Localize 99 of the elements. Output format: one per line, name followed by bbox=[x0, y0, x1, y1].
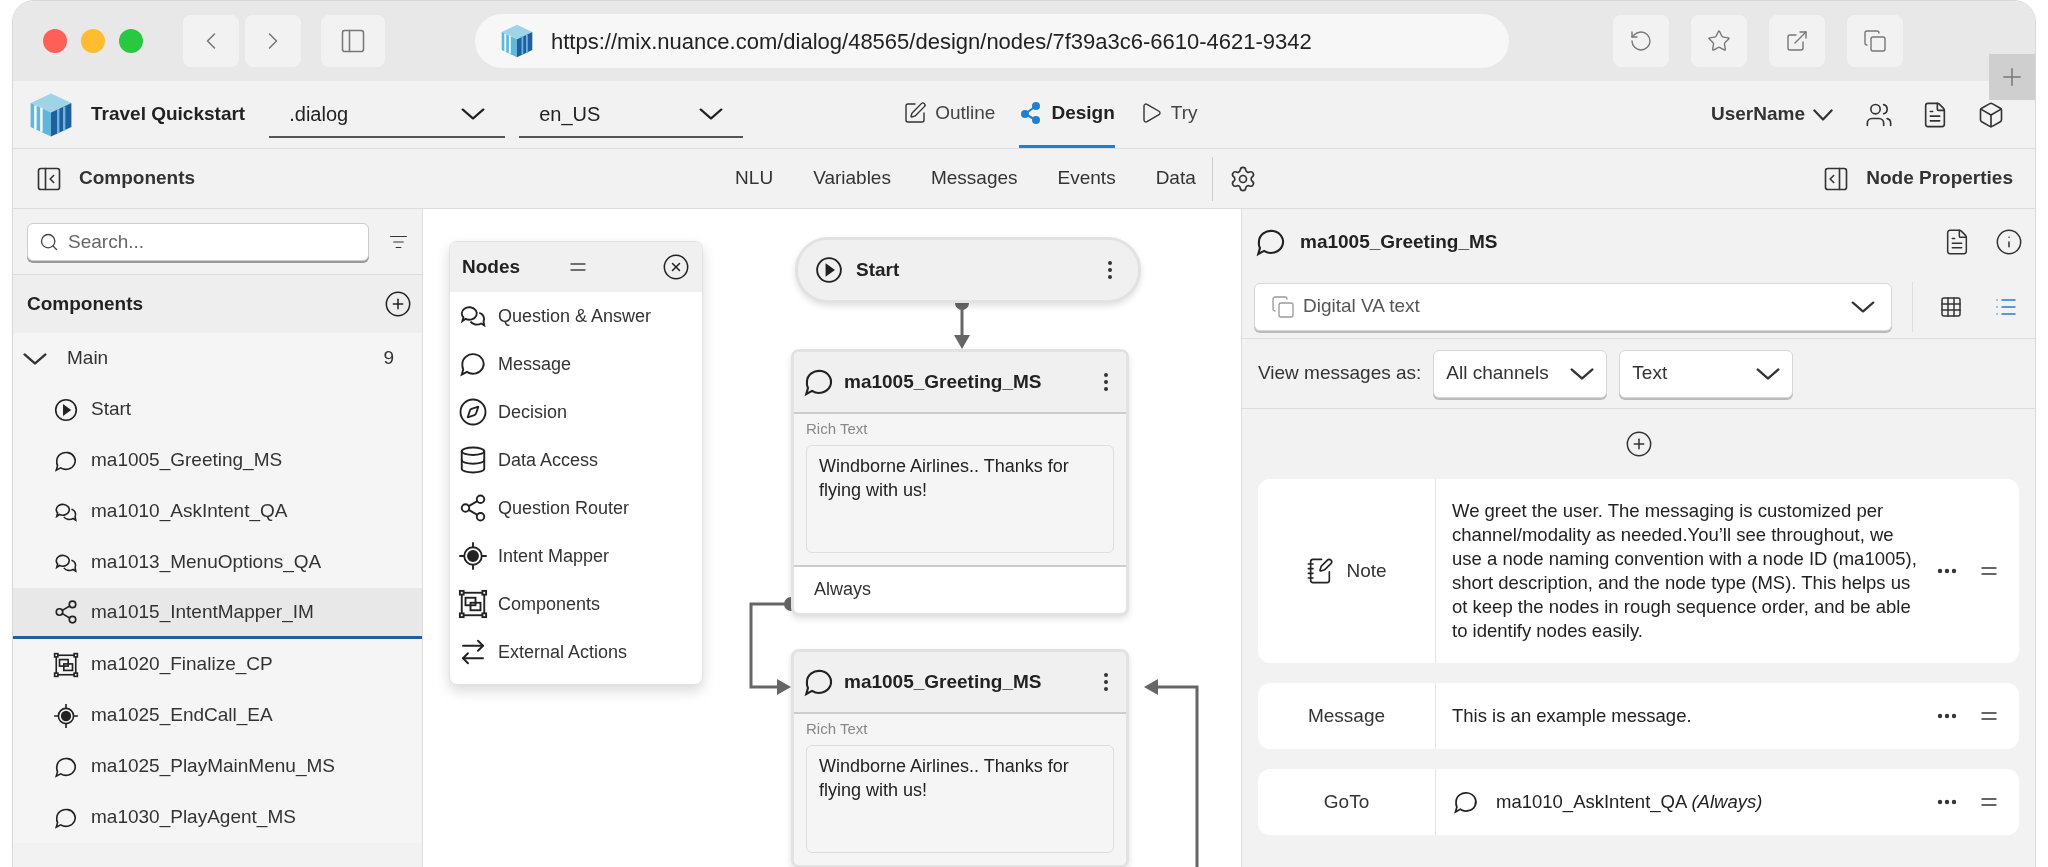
share-nodes-icon bbox=[458, 493, 488, 523]
field-label: Rich Text bbox=[806, 419, 869, 439]
chevron-down-icon bbox=[461, 107, 486, 120]
palette-title: Nodes bbox=[462, 254, 521, 279]
nav-tab[interactable]: Events bbox=[1057, 164, 1116, 193]
nav-tab[interactable]: Messages bbox=[930, 164, 1018, 193]
add-icon[interactable] bbox=[1624, 430, 1653, 458]
palette-item[interactable]: Components bbox=[450, 580, 702, 628]
user-menu[interactable]: UserName bbox=[1711, 100, 1833, 129]
card-text: We greet the user. The messaging is customized per channel/modality as needed.You’ll see throughout, we use a node naming convention with a node ID (ma1005), short description, and the node type (MS). This helps us ot keep the nodes in rough sequence order, and be able to identify nodes easily. bbox=[1452, 499, 1918, 643]
message-text-area[interactable]: Windborne Airlines.. Thanks for flying with us! bbox=[806, 444, 1114, 553]
tree-item[interactable]: ma1025_EndCall_EA bbox=[13, 690, 422, 741]
tree-item[interactable]: ma1025_PlayMainMenu_MS bbox=[13, 741, 422, 792]
play-circle-icon bbox=[814, 255, 844, 285]
node-title: Start bbox=[856, 257, 900, 282]
stacked-pages-icon bbox=[1271, 294, 1295, 319]
view-label: View messages as: bbox=[1258, 361, 1422, 386]
play-circle-icon bbox=[53, 396, 79, 423]
palette-item[interactable]: Intent Mapper bbox=[450, 532, 702, 580]
sidebar-toggle-button[interactable] bbox=[321, 15, 385, 67]
format-select[interactable]: Text bbox=[1619, 349, 1794, 398]
nav-tab[interactable]: NLU bbox=[735, 164, 774, 193]
panel-title: Node Properties bbox=[1866, 166, 2013, 191]
node-title: ma1005_Greeting_MS bbox=[844, 669, 1042, 694]
palette-item[interactable]: Question & Answer bbox=[450, 292, 702, 340]
grid-icon bbox=[1938, 294, 1963, 319]
chevron-down-icon bbox=[1756, 367, 1781, 380]
tree-item[interactable]: Start bbox=[13, 384, 422, 435]
reload-icon bbox=[1629, 29, 1653, 53]
channels-select[interactable]: All channels bbox=[1433, 349, 1608, 398]
mode-tab[interactable]: Outline bbox=[903, 81, 996, 148]
search-field[interactable]: Search... bbox=[27, 222, 369, 261]
start-node[interactable]: Start bbox=[795, 237, 1141, 303]
item-count: 9 bbox=[383, 346, 394, 371]
node-title: ma1005_Greeting_MS bbox=[1300, 229, 1498, 254]
bookmark-button[interactable] bbox=[1691, 15, 1747, 67]
nested-squares-icon bbox=[458, 589, 488, 619]
tree-item[interactable]: ma1010_AskIntent_QA bbox=[13, 486, 422, 537]
locale-select[interactable]: en_US bbox=[519, 91, 744, 138]
tree-group[interactable]: Main 9 bbox=[13, 333, 422, 384]
info-icon[interactable] bbox=[1995, 228, 2023, 256]
note-icon bbox=[1306, 557, 1335, 585]
message-node[interactable]: ma1005_Greeting_MS Rich Text Windborne Airlines.. Thanks for flying with us! Always bbox=[791, 349, 1129, 616]
mode-tab[interactable]: Design bbox=[1019, 81, 1115, 148]
tree-item[interactable]: ma1015_IntentMapper_IM bbox=[13, 588, 422, 639]
mode-tab[interactable]: Try bbox=[1138, 81, 1198, 148]
nav-tab[interactable]: Variables bbox=[813, 164, 891, 193]
tree-item[interactable]: ma1005_Greeting_MS bbox=[13, 435, 422, 486]
star-icon bbox=[1707, 29, 1731, 53]
palette-item[interactable]: Data Access bbox=[450, 436, 702, 484]
tabs-button[interactable] bbox=[1847, 15, 1903, 67]
external-link-icon bbox=[1785, 29, 1809, 53]
project-name: Travel Quickstart bbox=[91, 102, 246, 127]
nav-tab[interactable]: Data bbox=[1155, 164, 1196, 193]
message-node[interactable]: ma1005_Greeting_MS Rich Text Windborne Airlines.. Thanks for flying with us! bbox=[791, 649, 1129, 867]
tabs-icon bbox=[1863, 29, 1887, 53]
dialog-select[interactable]: .dialog bbox=[269, 91, 506, 138]
package-icon[interactable] bbox=[1977, 100, 2005, 129]
chevron-down-icon bbox=[699, 107, 724, 120]
card-label: GoTo bbox=[1323, 789, 1370, 814]
search-icon bbox=[39, 231, 59, 252]
tree-item[interactable]: ma1020_Finalize_CP bbox=[13, 639, 422, 690]
card-label: Note bbox=[1346, 558, 1387, 583]
url-text: https://mix.nuance.com/dialog/48565/design/nodes/7f39a3c6-6610-4621-9342 bbox=[551, 27, 1312, 56]
panel-title: Components bbox=[79, 166, 196, 191]
target-icon bbox=[458, 541, 488, 571]
chevron-down-icon bbox=[1851, 300, 1876, 313]
group-label: Main bbox=[67, 346, 109, 371]
section-title: Components bbox=[27, 291, 144, 316]
compass-icon bbox=[458, 397, 488, 427]
chevron-down-icon[interactable] bbox=[23, 352, 47, 365]
field-label: Rich Text bbox=[806, 719, 869, 739]
card-label: Message bbox=[1307, 703, 1386, 728]
target-icon bbox=[53, 702, 79, 729]
share-button[interactable] bbox=[1769, 15, 1825, 67]
node-title: ma1005_Greeting_MS bbox=[844, 369, 1042, 394]
pen-square-icon bbox=[903, 101, 928, 125]
chevron-down-icon bbox=[1570, 367, 1595, 380]
add-icon[interactable] bbox=[384, 290, 412, 318]
reload-button[interactable] bbox=[1613, 15, 1669, 67]
palette-item[interactable]: Message bbox=[450, 340, 702, 388]
tree-item[interactable]: ma1030_PlayAgent_MS bbox=[13, 792, 422, 843]
card-text: This is an example message. bbox=[1452, 704, 1692, 729]
address-bar[interactable]: https://mix.nuance.com/dialog/48565/design/nodes/7f39a3c6-6610-4621-9342 bbox=[475, 14, 1509, 68]
transition-label: Always bbox=[814, 578, 871, 601]
palette-item[interactable]: Question Router bbox=[450, 484, 702, 532]
chevron-down-icon bbox=[1813, 108, 1833, 121]
palette-item[interactable]: External Actions bbox=[450, 628, 702, 676]
tree-item[interactable]: ma1013_MenuOptions_QA bbox=[13, 537, 422, 588]
message-text-area[interactable]: Windborne Airlines.. Thanks for flying with us! bbox=[806, 744, 1114, 853]
card-text: ma1010_AskIntent_QA (Always) bbox=[1496, 790, 1763, 815]
channel-select[interactable]: Digital VA text bbox=[1254, 282, 1893, 331]
palette-item[interactable]: Decision bbox=[450, 388, 702, 436]
nested-squares-icon bbox=[53, 651, 79, 678]
close-icon[interactable] bbox=[662, 253, 690, 281]
sidebar-icon bbox=[339, 27, 367, 55]
share-nodes-icon bbox=[53, 599, 79, 625]
database-icon bbox=[458, 445, 488, 475]
site-logo bbox=[499, 23, 535, 59]
